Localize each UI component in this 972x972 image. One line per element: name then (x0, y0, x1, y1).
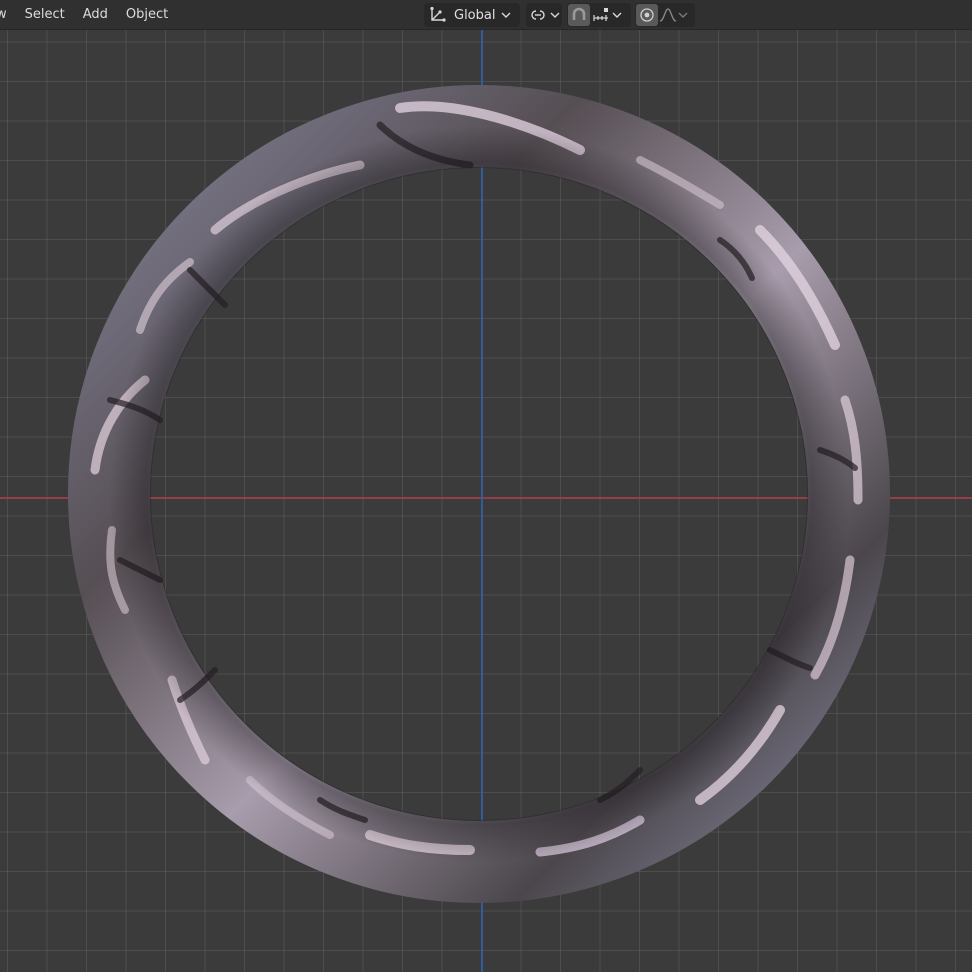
blender-3d-viewport-window: ew Select Add Object Global (0, 0, 972, 972)
3d-viewport[interactable] (0, 0, 972, 972)
chevron-down-icon (678, 3, 688, 27)
snap-increment-icon[interactable] (590, 3, 612, 27)
menu-object[interactable]: Object (117, 0, 177, 30)
menu-view[interactable]: ew (0, 0, 16, 30)
header-menu: ew Select Add Object (0, 0, 177, 30)
snapping-controls (567, 3, 631, 27)
transform-orientation-icon (424, 3, 450, 27)
transform-orientation-value: Global (454, 7, 496, 23)
snap-magnet-icon (571, 7, 587, 23)
pivot-point-dropdown[interactable] (526, 3, 562, 27)
proportional-editing-button[interactable] (636, 4, 658, 26)
chevron-down-icon (550, 3, 560, 27)
viewport-header: ew Select Add Object Global (0, 0, 972, 30)
falloff-curve-icon[interactable] (658, 3, 678, 27)
proportional-editing-controls (635, 3, 695, 27)
menu-select[interactable]: Select (16, 0, 74, 30)
proportional-editing-icon (639, 7, 655, 23)
transform-orientation-dropdown[interactable]: Global (424, 3, 520, 27)
chevron-down-icon (612, 3, 622, 27)
snap-toggle-button[interactable] (568, 4, 590, 26)
twisted-ring-object[interactable] (0, 0, 972, 972)
menu-add[interactable]: Add (74, 0, 117, 30)
chevron-down-icon (501, 3, 511, 27)
pivot-point-icon (526, 3, 550, 27)
